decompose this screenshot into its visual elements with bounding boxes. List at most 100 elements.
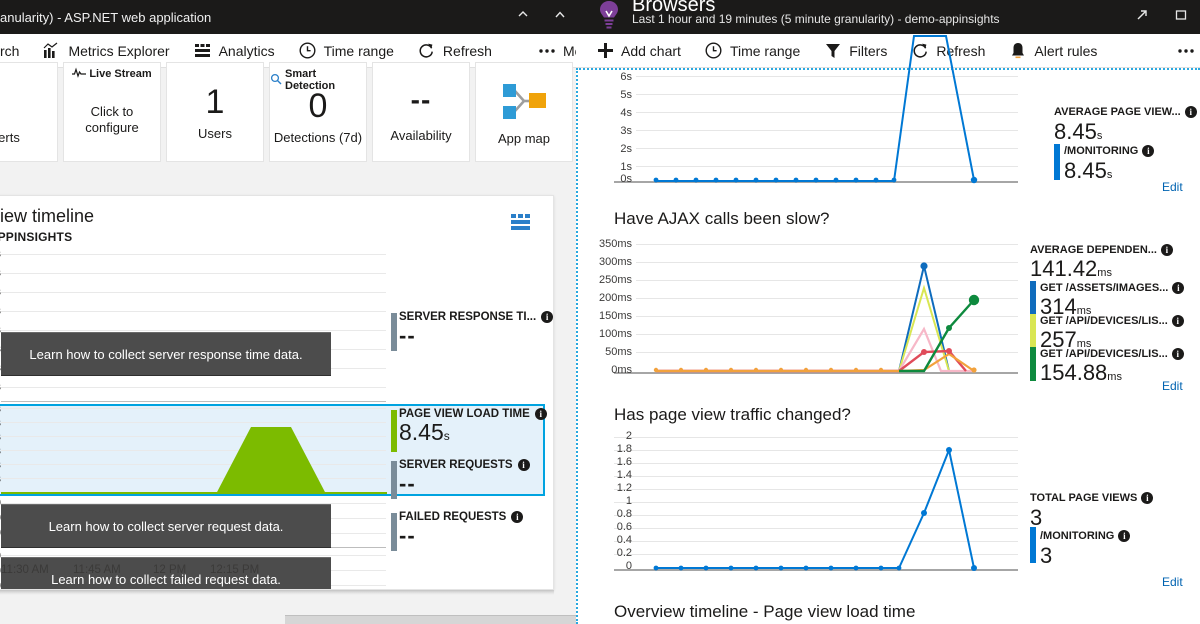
right-blade-subtitle: Last 1 hour and 19 minutes (5 minute gra… bbox=[632, 12, 1000, 26]
y-tick: 100ms bbox=[598, 328, 632, 340]
tooltip-server-response-time[interactable]: Learn how to collect server response tim… bbox=[1, 332, 331, 376]
legend-value: -- bbox=[399, 471, 416, 496]
info-icon[interactable]: i bbox=[1184, 106, 1197, 118]
maximize-icon[interactable] bbox=[1166, 0, 1196, 30]
info-icon[interactable]: i bbox=[1142, 145, 1155, 157]
y-tick: 4s bbox=[620, 107, 632, 119]
right-blade-content: 6s 5s 4s 3s 2s 1s 0s AVERAGE PAGE VIEW..… bbox=[576, 35, 1200, 624]
clock-icon bbox=[299, 42, 317, 60]
legend-unit: s bbox=[443, 429, 450, 443]
tiles-row: erts Live Stream Click to configure 1 Use… bbox=[0, 62, 573, 162]
magnifier-icon bbox=[270, 73, 282, 88]
y-tick: 2s bbox=[620, 143, 632, 155]
legend-number: 154.88 bbox=[1040, 360, 1108, 385]
legend-api-devices-1-label: GET /API/DEVICES/LIS... i bbox=[1040, 315, 1184, 327]
y-tick: 0.8 bbox=[616, 508, 632, 520]
ellipsis-icon bbox=[1177, 42, 1195, 60]
y-tick: 2 bbox=[625, 430, 632, 442]
info-icon[interactable]: i bbox=[1118, 530, 1131, 542]
tile-alerts[interactable]: erts bbox=[0, 62, 58, 162]
x-tick: 12:15 PM bbox=[210, 564, 260, 576]
chart-title: Overview timeline - Page view load time bbox=[614, 602, 916, 621]
bottom-scroll-bar[interactable] bbox=[285, 615, 576, 624]
app-map-icon bbox=[498, 80, 550, 129]
tile-value: 0 bbox=[308, 87, 328, 126]
legend-text: /MONITORING bbox=[1064, 145, 1139, 157]
chart-ajax-calls: Have AJAX calls been slow? 350ms 300ms 2… bbox=[578, 202, 1200, 393]
legend-monitoring-swatch bbox=[1030, 527, 1036, 563]
tile-live-stream[interactable]: Live Stream Click to configure bbox=[63, 62, 161, 162]
y-tick: 1.6 bbox=[616, 456, 632, 468]
tile-app-map[interactable]: App map bbox=[475, 62, 573, 162]
y-tick: 1s bbox=[620, 161, 632, 173]
overview-x-axis: 11:30 AM 11:45 AM 12 PM 12:15 PM bbox=[1, 564, 391, 580]
legend-label: SERVER REQUESTS i bbox=[399, 459, 530, 471]
pulse-icon bbox=[72, 67, 87, 80]
legend-average-page-view-label: AVERAGE PAGE VIEW... i bbox=[1054, 106, 1197, 118]
tile-caption: Smart Detection bbox=[270, 68, 366, 92]
chart-page-view-traffic: Has page view traffic changed? 2 1.8 1.6… bbox=[578, 397, 1200, 589]
y-tick: 150ms bbox=[598, 310, 632, 322]
legend-text: TOTAL PAGE VIEWS bbox=[1030, 492, 1138, 504]
chart-title: Has page view traffic changed? bbox=[614, 405, 851, 424]
legend-text: GET /API/DEVICES/LIS... bbox=[1040, 348, 1168, 360]
left-blade-titlebar: anularity) - ASP.NET web application bbox=[0, 0, 576, 34]
legend-number: 3 bbox=[1040, 543, 1053, 568]
tile-smart-detection[interactable]: Smart Detection 0 Detections (7d) bbox=[269, 62, 367, 162]
y-tick: 1.8 bbox=[616, 443, 632, 455]
info-icon[interactable]: i bbox=[1141, 492, 1154, 504]
info-icon[interactable]: i bbox=[1160, 244, 1173, 256]
tile-label: App map bbox=[497, 131, 551, 147]
info-icon[interactable]: i bbox=[1171, 348, 1184, 360]
info-icon[interactable]: i bbox=[541, 311, 553, 323]
y-tick: 1 bbox=[625, 495, 632, 507]
close-icon[interactable] bbox=[545, 0, 575, 30]
toolbar-label: Analytics bbox=[218, 42, 275, 59]
popout-icon[interactable] bbox=[1127, 0, 1157, 30]
tile-users[interactable]: 1 Users bbox=[166, 62, 264, 162]
legend-label: FAILED REQUESTS i bbox=[399, 511, 524, 523]
tile-value: -- bbox=[410, 83, 432, 115]
x-tick: 11:45 AM bbox=[73, 564, 121, 576]
info-icon[interactable]: i bbox=[517, 459, 530, 471]
tooltip-server-requests[interactable]: Learn how to collect server request data… bbox=[1, 504, 331, 548]
y-tick: 1.2 bbox=[616, 482, 632, 494]
chart1-series bbox=[653, 35, 978, 184]
legend-average-page-view-value: 8.45s bbox=[1054, 121, 1102, 143]
tile-availability[interactable]: -- Availability bbox=[372, 62, 470, 162]
grid-view-icon[interactable] bbox=[511, 214, 533, 235]
info-icon[interactable]: i bbox=[1172, 282, 1185, 294]
restore-icon[interactable] bbox=[508, 0, 538, 30]
overview-title: erview timeline bbox=[0, 206, 95, 226]
toolbar-label: Refresh bbox=[442, 42, 492, 59]
legend-label: SERVER RESPONSE TI... i bbox=[399, 311, 553, 323]
y-tick: 0ms bbox=[611, 364, 632, 376]
info-icon[interactable]: i bbox=[1171, 315, 1184, 327]
metrics-explorer-icon bbox=[43, 42, 61, 60]
y-tick: 0 bbox=[625, 560, 632, 572]
legend-unit: s bbox=[1096, 130, 1103, 142]
info-icon[interactable]: i bbox=[534, 408, 547, 420]
toolbar-label: Alert rules bbox=[1034, 42, 1098, 59]
info-icon[interactable]: i bbox=[511, 511, 524, 523]
tile-label: Detections (7d) bbox=[273, 130, 363, 146]
tile-caption-label: Smart Detection bbox=[285, 68, 336, 92]
y-tick: 350ms bbox=[598, 238, 632, 250]
toolbar-item-more[interactable]: More bbox=[1165, 34, 1200, 68]
tile-caption-label: Live Stream bbox=[89, 68, 152, 80]
toolbar-label: Metrics Explorer bbox=[68, 42, 170, 59]
edit-link[interactable]: Edit bbox=[1162, 379, 1183, 393]
edit-link[interactable]: Edit bbox=[1162, 575, 1183, 589]
legend-value: -- bbox=[399, 323, 416, 348]
tile-caption: Live Stream bbox=[64, 67, 160, 80]
legend-number: 8.45 bbox=[1064, 158, 1107, 183]
y-tick: 300ms bbox=[598, 256, 632, 268]
legend-text: AVERAGE DEPENDEN... bbox=[1030, 244, 1157, 256]
legend-monitoring-swatch bbox=[1054, 144, 1060, 180]
app-root: anularity) - ASP.NET web application rch bbox=[0, 0, 1200, 624]
card-shadow bbox=[0, 590, 554, 595]
edit-link[interactable]: Edit bbox=[1162, 180, 1183, 194]
tile-value: 1 bbox=[205, 83, 225, 122]
right-blade: Browsers Last 1 hour and 19 minutes (5 m… bbox=[576, 0, 1200, 624]
refresh-icon bbox=[418, 42, 436, 60]
